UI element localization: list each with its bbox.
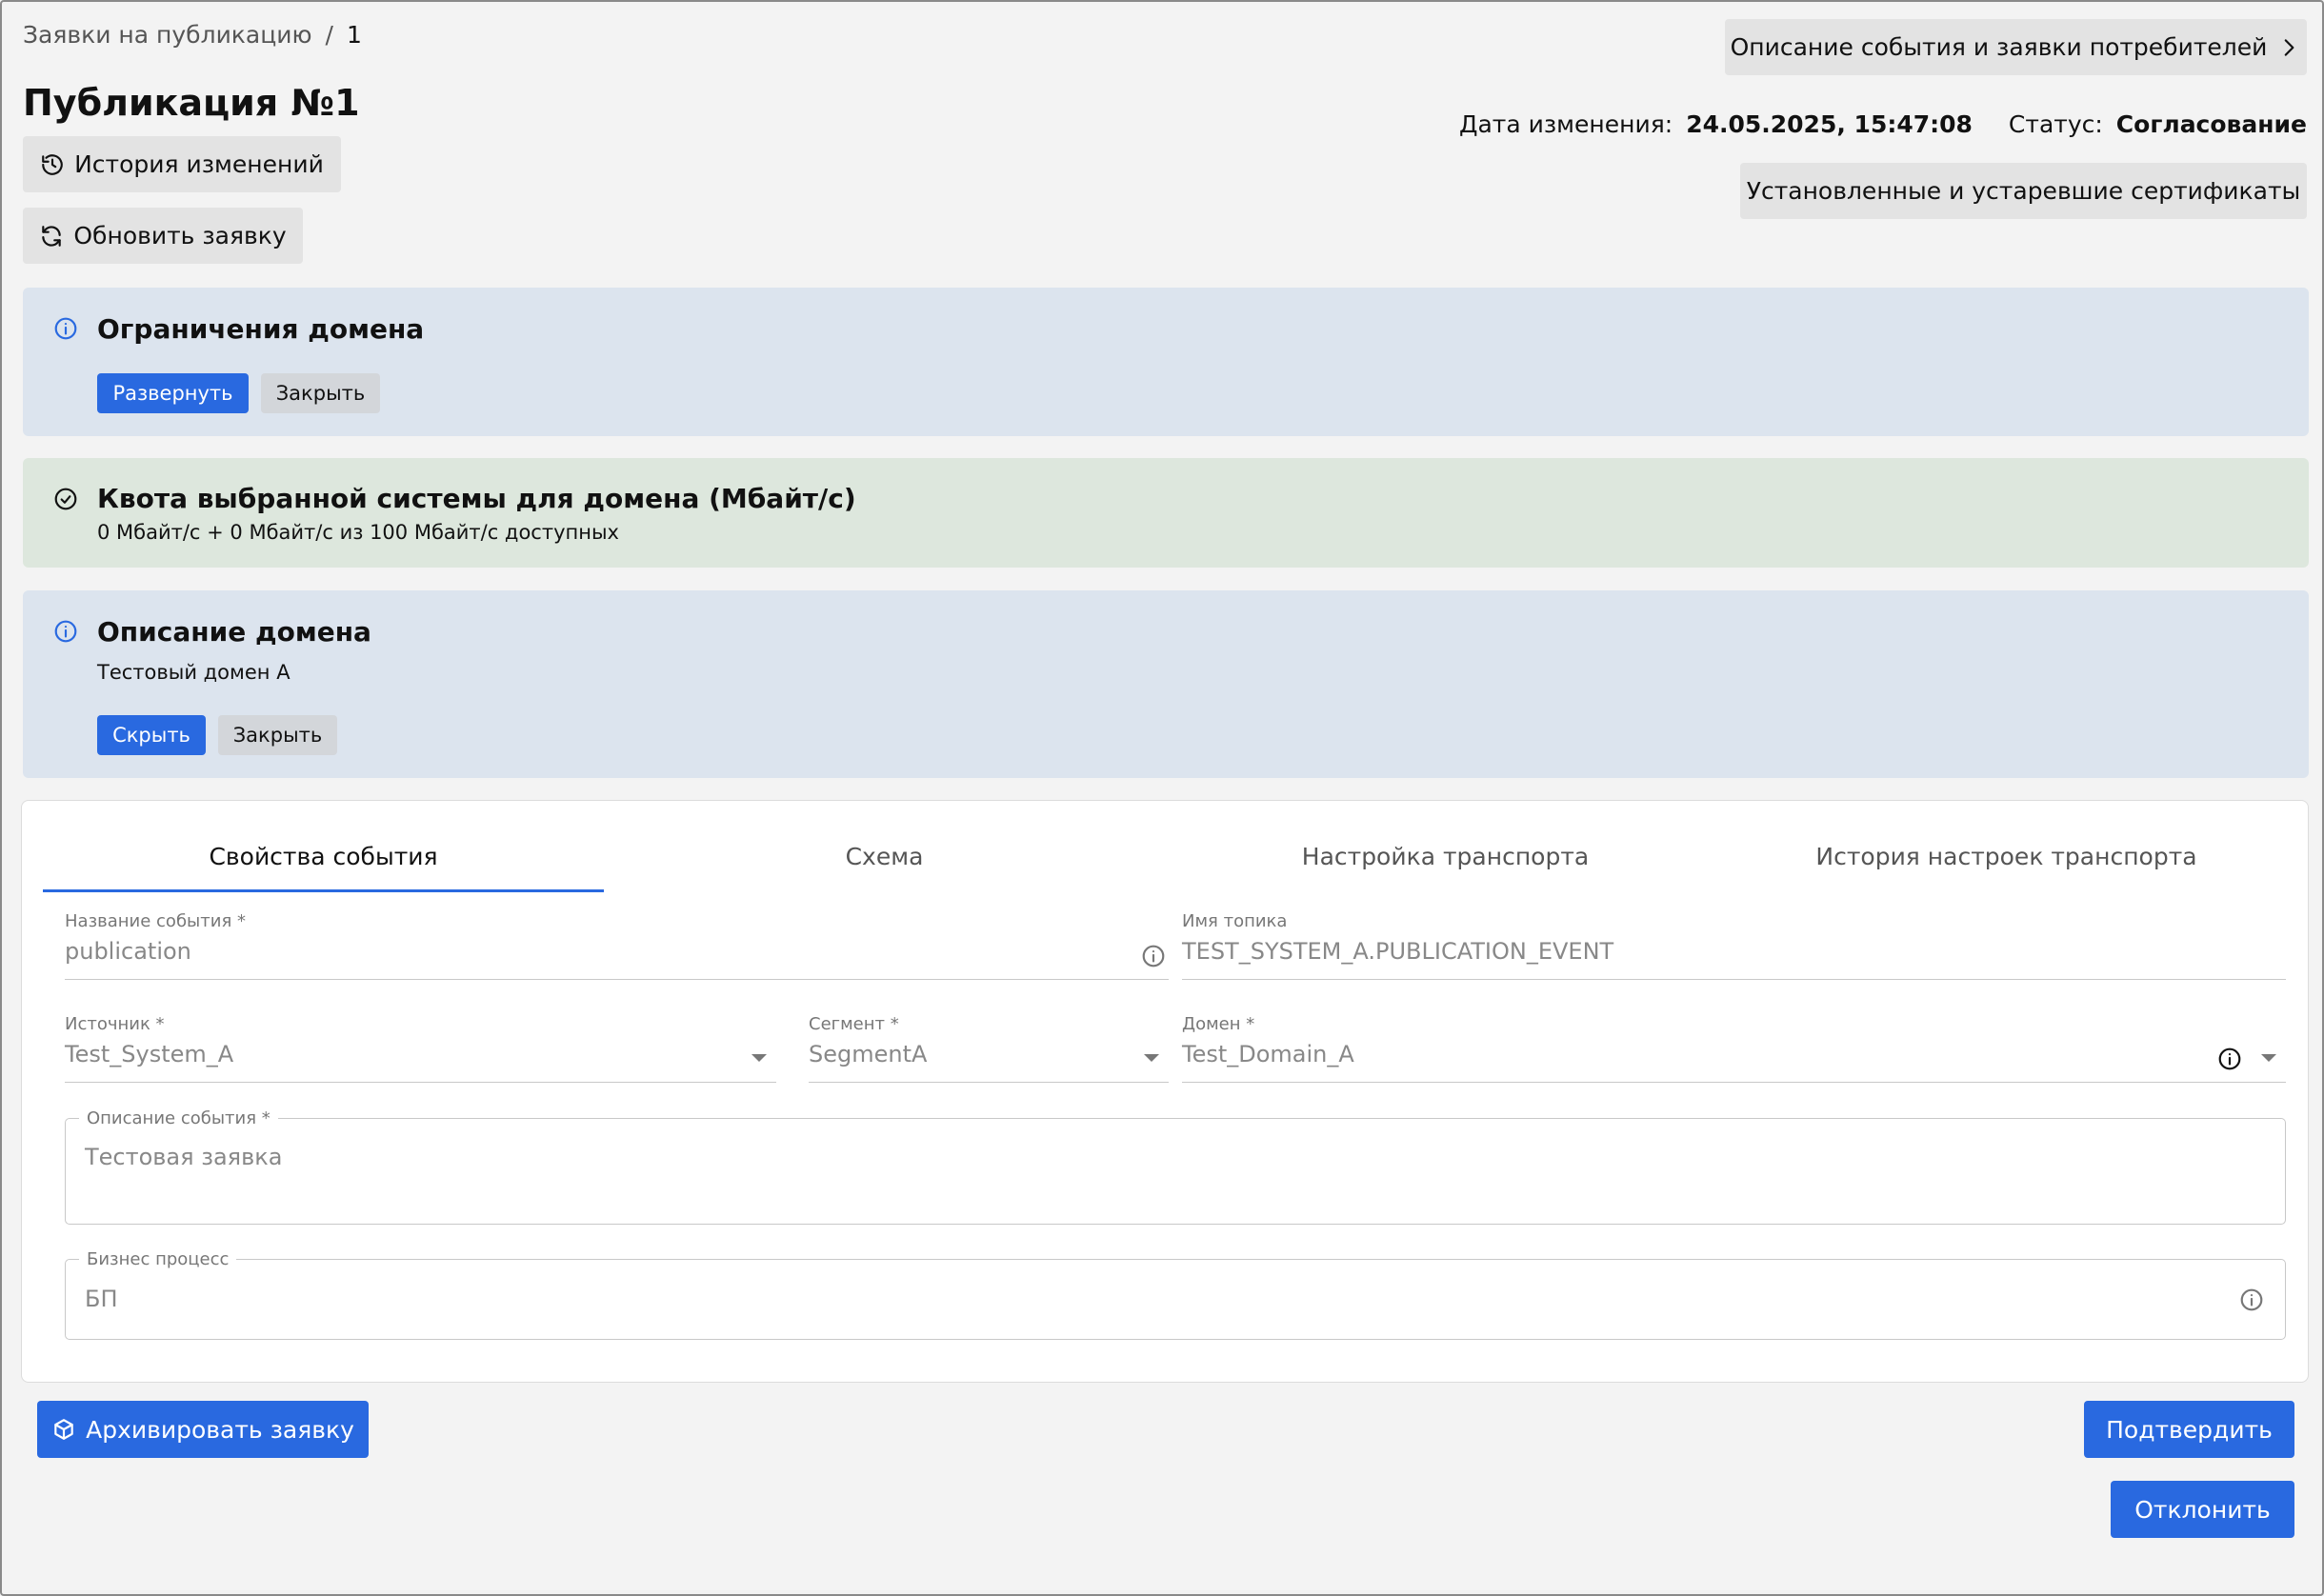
source-select[interactable]: Источник * Test_System_A bbox=[65, 1014, 776, 1083]
tab-schema[interactable]: Схема bbox=[604, 820, 1165, 892]
event-description-field[interactable]: Описание события * Тестовая заявка bbox=[65, 1108, 2286, 1225]
domain-description-panel: Описание домена Тестовый домен А Скрыть … bbox=[23, 590, 2309, 778]
refresh-icon bbox=[42, 225, 62, 247]
event-name-field[interactable]: Название события * publication bbox=[65, 911, 1169, 980]
close-restrictions-button[interactable]: Закрыть bbox=[261, 373, 380, 413]
source-value: Test_System_A bbox=[65, 1041, 234, 1067]
confirm-button[interactable]: Подтвердить bbox=[2084, 1401, 2294, 1458]
status-label: Статус: bbox=[2008, 110, 2103, 138]
refresh-button-label: Обновить заявку bbox=[73, 222, 287, 249]
archive-button[interactable]: Архивировать заявку bbox=[37, 1401, 369, 1458]
page-title: Публикация №1 bbox=[23, 82, 360, 124]
modified-label: Дата изменения: bbox=[1458, 110, 1673, 138]
event-card: Свойства события Схема Настройка транспо… bbox=[21, 800, 2309, 1383]
event-description-label: Описание события * bbox=[79, 1108, 278, 1128]
segment-value: SegmentA bbox=[809, 1041, 928, 1067]
history-icon bbox=[42, 153, 63, 175]
modified-value: 24.05.2025, 15:47:08 bbox=[1686, 110, 1973, 138]
refresh-button[interactable]: Обновить заявку bbox=[23, 208, 303, 264]
segment-select[interactable]: Сегмент * SegmentA bbox=[809, 1014, 1169, 1083]
event-description-button[interactable]: Описание события и заявки потребителей bbox=[1725, 19, 2307, 75]
history-button-label: История изменений bbox=[74, 150, 324, 178]
topic-name-value: TEST_SYSTEM_A.PUBLICATION_EVENT bbox=[1182, 938, 1614, 965]
info-icon[interactable] bbox=[1141, 944, 1166, 968]
info-icon[interactable] bbox=[2239, 1287, 2264, 1312]
hide-button[interactable]: Скрыть bbox=[97, 715, 206, 755]
event-description-value: Тестовая заявка bbox=[85, 1144, 283, 1170]
event-name-value: publication bbox=[65, 938, 191, 965]
business-process-value: БП bbox=[85, 1286, 118, 1312]
quota-title: Квота выбранной системы для домена (Мбай… bbox=[97, 483, 856, 514]
certificates-button-label: Установленные и устаревшие сертификаты bbox=[1746, 177, 2301, 205]
reject-button[interactable]: Отклонить bbox=[2111, 1481, 2294, 1538]
caret-down-icon bbox=[1144, 1054, 1159, 1062]
business-process-field[interactable]: Бизнес процесс БП bbox=[65, 1249, 2286, 1340]
caret-down-icon bbox=[2261, 1054, 2276, 1062]
event-name-label: Название события * bbox=[65, 911, 246, 931]
breadcrumb-separator: / bbox=[325, 21, 333, 49]
archive-box-icon bbox=[54, 1419, 73, 1440]
quota-text: 0 Мбайт/с + 0 Мбайт/с из 100 Мбайт/с дос… bbox=[97, 521, 619, 544]
topic-name-label: Имя топика bbox=[1182, 911, 1288, 931]
expand-button[interactable]: Развернуть bbox=[97, 373, 249, 413]
check-circle-icon bbox=[54, 488, 77, 510]
request-meta: Дата изменения: 24.05.2025, 15:47:08 Ста… bbox=[1459, 110, 2307, 138]
domain-label: Домен * bbox=[1182, 1014, 1255, 1034]
breadcrumb-current: 1 bbox=[346, 21, 362, 49]
breadcrumb-parent-link[interactable]: Заявки на публикацию bbox=[23, 21, 312, 49]
close-description-button[interactable]: Закрыть bbox=[218, 715, 337, 755]
tab-event-properties[interactable]: Свойства события bbox=[43, 820, 604, 892]
breadcrumb: Заявки на публикацию / 1 bbox=[23, 21, 362, 49]
info-icon bbox=[54, 317, 77, 340]
topic-name-field[interactable]: Имя топика TEST_SYSTEM_A.PUBLICATION_EVE… bbox=[1182, 911, 2286, 980]
tab-transport-settings[interactable]: Настройка транспорта bbox=[1165, 820, 1726, 892]
caret-down-icon bbox=[751, 1054, 767, 1062]
archive-button-label: Архивировать заявку bbox=[86, 1415, 354, 1444]
domain-restrictions-title: Ограничения домена bbox=[97, 313, 425, 345]
history-button[interactable]: История изменений bbox=[23, 136, 341, 192]
quota-panel: Квота выбранной системы для домена (Мбай… bbox=[23, 458, 2309, 568]
domain-restrictions-panel: Ограничения домена Развернуть Закрыть bbox=[23, 288, 2309, 436]
info-icon bbox=[54, 620, 77, 643]
business-process-label: Бизнес процесс bbox=[79, 1249, 237, 1269]
domain-description-text: Тестовый домен А bbox=[97, 661, 290, 684]
domain-value: Test_Domain_A bbox=[1182, 1041, 1354, 1067]
domain-select[interactable]: Домен * Test_Domain_A bbox=[1182, 1014, 2286, 1083]
reject-button-label: Отклонить bbox=[2134, 1495, 2271, 1524]
segment-label: Сегмент * bbox=[809, 1014, 899, 1034]
info-icon[interactable] bbox=[2217, 1047, 2242, 1071]
domain-description-title: Описание домена bbox=[97, 616, 371, 648]
event-description-button-label: Описание события и заявки потребителей bbox=[1730, 33, 2268, 61]
tab-bar: Свойства события Схема Настройка транспо… bbox=[43, 820, 2287, 892]
certificates-button[interactable]: Установленные и устаревшие сертификаты bbox=[1740, 163, 2307, 219]
confirm-button-label: Подтвердить bbox=[2106, 1415, 2273, 1444]
status-value: Согласование bbox=[2115, 110, 2307, 138]
source-label: Источник * bbox=[65, 1014, 165, 1034]
chevron-right-icon bbox=[2285, 38, 2294, 56]
tab-transport-history[interactable]: История настроек транспорта bbox=[1726, 820, 2287, 892]
